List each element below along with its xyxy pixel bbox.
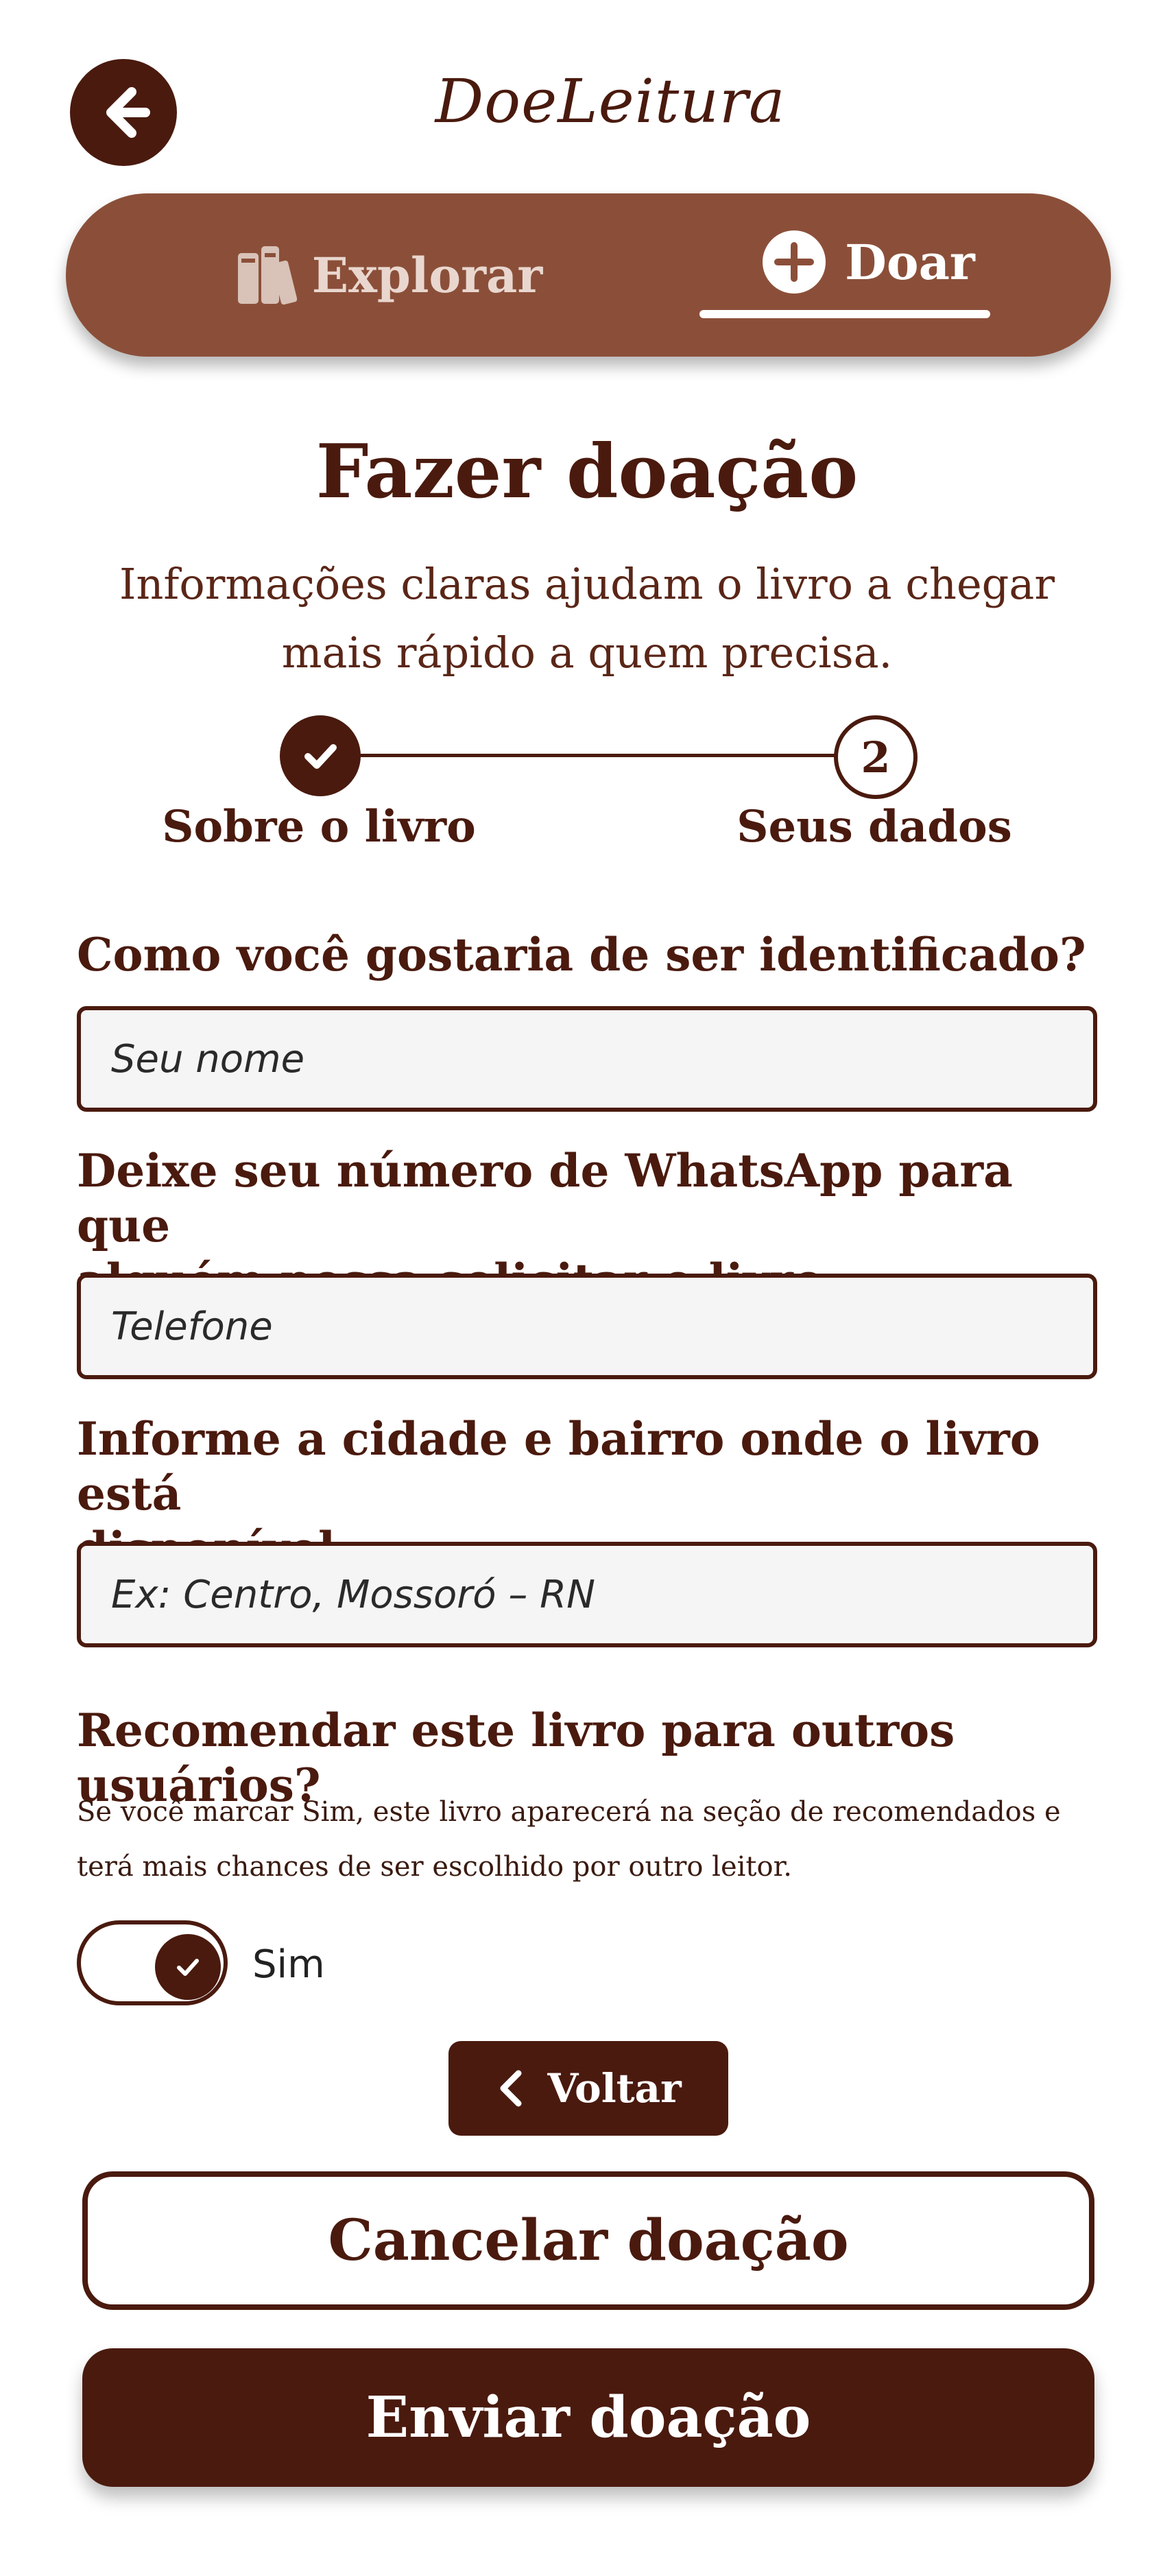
arrow-left-icon: [106, 87, 150, 138]
nav-tab-explore-label: Explorar: [311, 246, 543, 304]
step-1-indicator: [280, 715, 361, 796]
cancel-donation-button[interactable]: Cancelar doação: [82, 2171, 1094, 2310]
step-2-indicator: 2: [834, 715, 918, 799]
nav-tab-donate-label: Doar: [845, 233, 975, 291]
recommend-toggle-label: Sim: [252, 1942, 325, 1987]
step-2-label: Seus dados: [736, 801, 1012, 852]
active-tab-indicator: [699, 310, 990, 318]
stepper-connector: [322, 754, 871, 757]
page-subtitle: Informações claras ajudam o livro a cheg…: [103, 550, 1071, 687]
location-field-label-line-1: Informe a cidade e bairro onde o livro e…: [77, 1412, 1040, 1520]
phone-field-label-line-1: Deixe seu número de WhatsApp para que: [77, 1144, 1013, 1252]
check-icon: [304, 744, 337, 769]
submit-donation-button[interactable]: Enviar doação: [82, 2348, 1094, 2487]
name-field-label: Como você gostaria de ser identificado?: [77, 928, 1086, 981]
main-nav-bar: Explorar Doar: [66, 193, 1111, 357]
phone-input[interactable]: [77, 1274, 1097, 1379]
recommend-toggle[interactable]: [77, 1920, 228, 2005]
page-subtitle-line-1: Informações claras ajudam o livro a cheg…: [119, 559, 1055, 609]
check-icon: [177, 1959, 199, 1976]
app-title: DoeLeitura: [435, 66, 786, 136]
name-input[interactable]: [77, 1006, 1097, 1112]
plus-circle-icon: [763, 230, 826, 294]
books-icon: [237, 246, 297, 305]
step-1-label: Sobre o livro: [162, 801, 476, 852]
chevron-left-icon: [500, 2070, 522, 2107]
back-button[interactable]: [70, 59, 177, 166]
location-input[interactable]: [77, 1542, 1097, 1647]
back-step-button-label: Voltar: [547, 2065, 682, 2112]
page-title: Fazer doação: [315, 429, 859, 515]
back-step-button[interactable]: Voltar: [448, 2041, 728, 2136]
nav-tab-explore[interactable]: Explorar: [182, 193, 594, 357]
toggle-knob: [155, 1934, 221, 2000]
recommend-note: Se você marcar Sim, este livro aparecerá…: [77, 1796, 1061, 1883]
page-subtitle-line-2: mais rápido a quem precisa.: [281, 628, 893, 678]
